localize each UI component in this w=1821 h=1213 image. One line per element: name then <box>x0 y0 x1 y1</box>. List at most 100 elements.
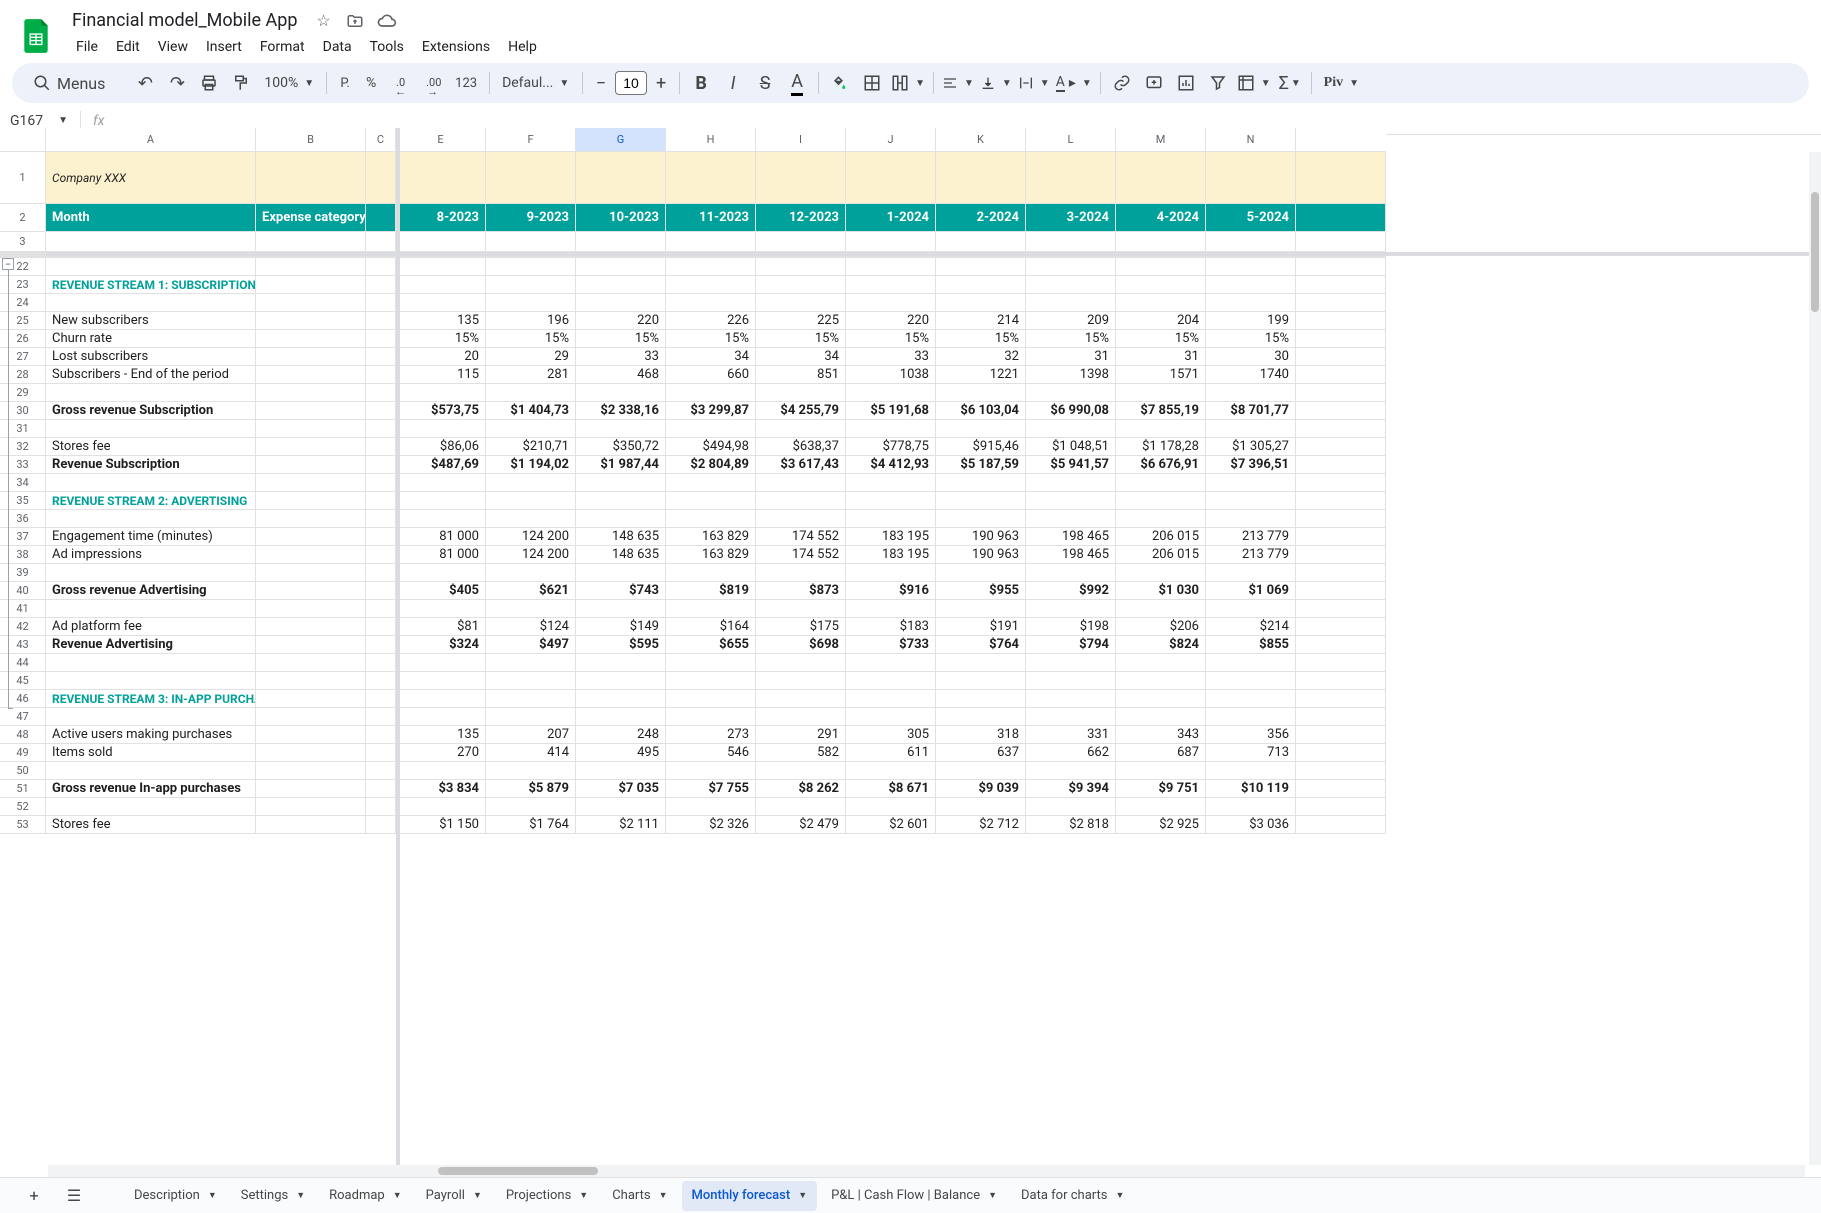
cell[interactable]: $81 <box>396 618 486 636</box>
row-label-49[interactable]: Items sold <box>46 744 256 762</box>
row-header-46[interactable]: 46 <box>0 690 46 708</box>
menu-edit[interactable]: Edit <box>108 35 148 59</box>
move-icon[interactable] <box>345 11 365 31</box>
cell[interactable]: $743 <box>576 582 666 600</box>
cell[interactable] <box>666 654 756 672</box>
cell[interactable]: 174 552 <box>756 528 846 546</box>
font-dropdown[interactable]: Defaul...▼ <box>496 68 576 98</box>
cell[interactable] <box>756 690 846 708</box>
cell[interactable] <box>1296 348 1386 366</box>
cell[interactable]: 15% <box>1206 330 1296 348</box>
cell[interactable] <box>1026 492 1116 510</box>
row-header-40[interactable]: 40 <box>0 582 46 600</box>
cell[interactable] <box>1206 600 1296 618</box>
cell[interactable] <box>1296 294 1386 312</box>
percent-button[interactable]: % <box>359 68 383 98</box>
cell[interactable]: $6 103,04 <box>936 402 1026 420</box>
cell[interactable]: $86,06 <box>396 438 486 456</box>
cell[interactable] <box>256 152 366 204</box>
cell[interactable]: 495 <box>576 744 666 762</box>
cell[interactable] <box>846 564 936 582</box>
cell[interactable]: 270 <box>396 744 486 762</box>
cell[interactable]: 851 <box>756 366 846 384</box>
freeze-bar-horizontal[interactable] <box>46 252 1809 256</box>
cell[interactable]: $3 299,87 <box>666 402 756 420</box>
menu-help[interactable]: Help <box>500 35 545 59</box>
cell[interactable]: 15% <box>846 330 936 348</box>
month-col-8-2023[interactable]: 8-2023 <box>396 204 486 232</box>
cell[interactable]: 206 015 <box>1116 528 1206 546</box>
row-header-32[interactable]: 32 <box>0 438 46 456</box>
cell[interactable]: $164 <box>666 618 756 636</box>
cell[interactable] <box>936 474 1026 492</box>
cell[interactable] <box>1116 258 1206 276</box>
row-header-31[interactable]: 31 <box>0 420 46 438</box>
cell[interactable]: 15% <box>1116 330 1206 348</box>
cell[interactable] <box>486 708 576 726</box>
tab-menu-icon[interactable]: ▼ <box>208 1190 217 1201</box>
cell[interactable]: 343 <box>1116 726 1206 744</box>
cell[interactable] <box>366 492 396 510</box>
cell[interactable] <box>256 816 366 834</box>
cell[interactable] <box>1296 600 1386 618</box>
cell[interactable] <box>1296 636 1386 654</box>
month-header[interactable]: Month <box>46 204 256 232</box>
cell[interactable]: 1038 <box>846 366 936 384</box>
row-label-26[interactable]: Churn rate <box>46 330 256 348</box>
cell[interactable]: 305 <box>846 726 936 744</box>
cell[interactable]: 148 635 <box>576 528 666 546</box>
col-header-G[interactable]: G <box>576 128 666 152</box>
cell[interactable] <box>1116 600 1206 618</box>
tab-menu-icon[interactable]: ▼ <box>579 1190 588 1201</box>
cell[interactable] <box>1026 690 1116 708</box>
cell[interactable] <box>1296 726 1386 744</box>
col-header-I[interactable]: I <box>756 128 846 152</box>
cell[interactable]: 660 <box>666 366 756 384</box>
cell[interactable] <box>846 420 936 438</box>
cell[interactable]: 199 <box>1206 312 1296 330</box>
cell[interactable] <box>666 564 756 582</box>
sheet-tab-description[interactable]: Description▼ <box>124 1181 227 1211</box>
borders-button[interactable] <box>857 68 887 98</box>
cell[interactable] <box>1296 402 1386 420</box>
cell[interactable] <box>1296 232 1386 252</box>
cell[interactable] <box>936 690 1026 708</box>
row-header-36[interactable]: 36 <box>0 510 46 528</box>
cell[interactable] <box>936 762 1026 780</box>
cell[interactable]: $7 755 <box>666 780 756 798</box>
cell[interactable]: 15% <box>936 330 1026 348</box>
menu-data[interactable]: Data <box>315 35 360 59</box>
cell[interactable]: $10 119 <box>1206 780 1296 798</box>
cell[interactable] <box>936 654 1026 672</box>
cell[interactable] <box>256 564 366 582</box>
bold-button[interactable]: B <box>686 68 716 98</box>
cell[interactable] <box>666 600 756 618</box>
cell[interactable] <box>576 798 666 816</box>
cell[interactable] <box>1026 564 1116 582</box>
cell[interactable] <box>756 564 846 582</box>
tab-menu-icon[interactable]: ▼ <box>659 1190 668 1201</box>
row-label-25[interactable]: New subscribers <box>46 312 256 330</box>
cell[interactable] <box>366 312 396 330</box>
cell[interactable] <box>936 258 1026 276</box>
cell[interactable]: 713 <box>1206 744 1296 762</box>
cell[interactable]: 15% <box>1026 330 1116 348</box>
cell[interactable] <box>1206 294 1296 312</box>
cell[interactable]: 183 195 <box>846 546 936 564</box>
cell[interactable]: $1 069 <box>1206 582 1296 600</box>
sheet-tab-settings[interactable]: Settings▼ <box>231 1181 315 1211</box>
cell[interactable]: $6 676,91 <box>1116 456 1206 474</box>
row-label-39[interactable] <box>46 564 256 582</box>
cell[interactable] <box>1296 546 1386 564</box>
cell[interactable] <box>256 456 366 474</box>
cell[interactable] <box>1206 232 1296 252</box>
cell[interactable] <box>1296 420 1386 438</box>
cell[interactable] <box>486 232 576 252</box>
row-label-50[interactable] <box>46 762 256 780</box>
star-icon[interactable]: ☆ <box>313 11 333 31</box>
link-button[interactable] <box>1107 68 1137 98</box>
cell[interactable] <box>366 816 396 834</box>
row-label-53[interactable]: Stores fee <box>46 816 256 834</box>
cell[interactable] <box>1116 672 1206 690</box>
cell[interactable] <box>256 232 366 252</box>
